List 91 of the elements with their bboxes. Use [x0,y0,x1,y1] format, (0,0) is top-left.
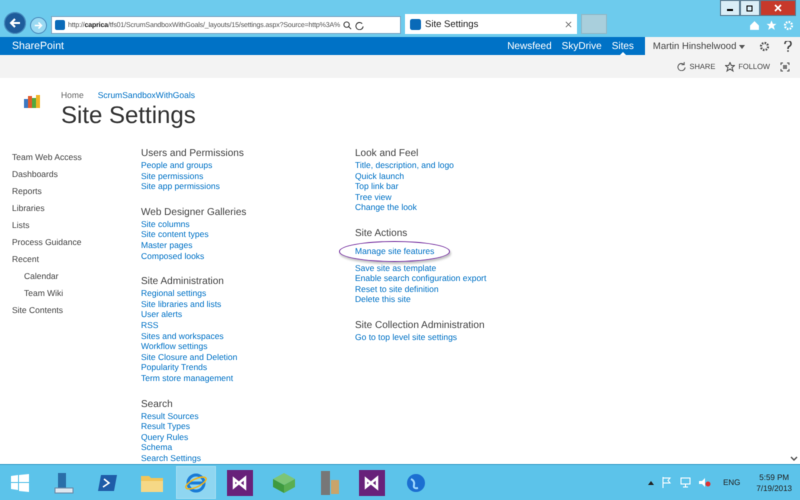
section-heading: Users and Permissions [141,147,245,160]
section-heading: Look and Feel [355,147,420,160]
sync-icon [677,62,686,71]
settings-link[interactable]: Title, description, and logo [355,160,454,171]
nav-link[interactable]: Process Guidance [12,236,141,248]
nav-link[interactable]: Recent [12,253,141,265]
settings-link[interactable]: Query Rules [141,432,188,442]
settings-link[interactable]: Schema [141,442,172,453]
nav-link[interactable]: Reports [12,185,141,197]
star-icon [725,62,736,72]
settings-link[interactable]: Enable search configuration export [355,273,486,284]
settings-link[interactable]: Manage site features [339,240,450,262]
settings-link[interactable]: People and groups [141,160,212,171]
search-icon[interactable] [343,20,352,30]
settings-link[interactable]: Go to top level site settings [355,332,458,343]
browser-tab[interactable]: Site Settings [405,14,577,34]
settings-link[interactable]: Delete this site [355,294,411,305]
close-icon [774,4,782,12]
settings-link[interactable]: User alerts [141,309,182,320]
restore-button[interactable] [740,0,760,16]
settings-link[interactable]: Site libraries and lists [141,298,222,310]
settings-link[interactable]: Result Types [141,421,190,432]
close-button[interactable] [760,0,796,16]
settings-link[interactable]: Save site as template [355,262,436,274]
help-icon[interactable] [784,40,792,52]
section-heading: Site Actions [355,226,408,240]
settings-link[interactable]: Search Settings [141,452,202,464]
nav-link[interactable]: Libraries [12,202,141,214]
back-button[interactable] [4,12,26,34]
infinity-logo-icon [359,470,385,496]
section-heading: Web Designer Galleries [141,206,248,219]
scroll-down-icon[interactable] [790,456,798,462]
cube-icon [272,472,296,494]
settings-link[interactable]: Popularity Trends [141,362,208,373]
globe-icon [405,472,427,494]
site-logo-icon [24,94,41,109]
settings-link[interactable]: Workflow settings [141,341,208,352]
refresh-icon[interactable] [355,20,364,30]
brand-name: SharePoint [11,40,65,52]
settings-link[interactable]: Site app permissions [141,181,220,192]
section-heading: Search [141,398,174,410]
terminal-icon [97,472,119,492]
star-icon[interactable] [766,20,777,31]
settings-link[interactable]: Quick launch [355,170,404,182]
speaker-muted-icon[interactable] [699,477,712,488]
section-heading: Site Collection Administration [355,318,486,332]
settings-link[interactable]: Reset to site definition [355,284,439,294]
settings-icon[interactable] [759,40,770,52]
back-arrow-icon [9,17,21,29]
nav-link[interactable]: Calendar [12,270,141,282]
suite-link[interactable]: SkyDrive [556,37,607,55]
server-keyboard-icon [52,470,76,494]
breadcrumb-link[interactable]: ScrumSandboxWithGoals [98,90,196,100]
settings-link[interactable]: Master pages [141,240,192,251]
language-indicator[interactable]: ENG [723,478,740,487]
settings-link[interactable]: Site permissions [141,170,204,182]
forward-button[interactable] [30,17,47,34]
windows-logo-icon [11,474,29,492]
settings-link[interactable]: Term store management [141,372,234,384]
forward-arrow-icon [34,21,43,30]
settings-link[interactable]: Site Closure and Deletion [141,352,238,362]
caret-icon[interactable] [648,480,654,484]
settings-link[interactable]: Top link bar [355,181,398,192]
site-icon [410,18,421,30]
page-title: Site Settings [61,102,196,130]
nav-link[interactable]: Team Wiki [12,287,141,299]
minimize-button[interactable] [720,0,740,16]
settings-link[interactable]: Tree view [355,192,392,202]
settings-link[interactable]: RSS [141,320,158,331]
suite-link[interactable]: Newsfeed [502,37,557,55]
settings-link[interactable]: Change the look [355,202,417,213]
site-icon [55,20,65,30]
settings-link[interactable]: Site content types [141,229,209,240]
breadcrumb-link[interactable]: Home [61,90,84,100]
globe-e-icon [184,470,208,494]
section-heading: Site Administration [141,275,225,288]
settings-link[interactable]: Sites and workspaces [141,330,224,342]
caret-icon [739,44,745,48]
infinity-logo-icon [227,470,253,496]
nav-link[interactable]: Dashboards [12,168,141,180]
focus-icon[interactable] [780,62,790,72]
close-icon[interactable] [565,20,572,28]
clock[interactable]: 5:59 PM 7/19/2013 [756,472,792,494]
settings-link[interactable]: Regional settings [141,288,206,299]
settings-link[interactable]: Composed looks [141,250,204,262]
settings-link[interactable]: Site columns [141,218,190,230]
settings-link[interactable]: Result Sources [141,410,199,422]
nav-link[interactable]: Team Web Access [12,151,141,163]
nav-link[interactable]: Site Contents [12,304,141,316]
nav-link[interactable]: Lists [12,219,141,231]
restore-icon [746,4,754,12]
